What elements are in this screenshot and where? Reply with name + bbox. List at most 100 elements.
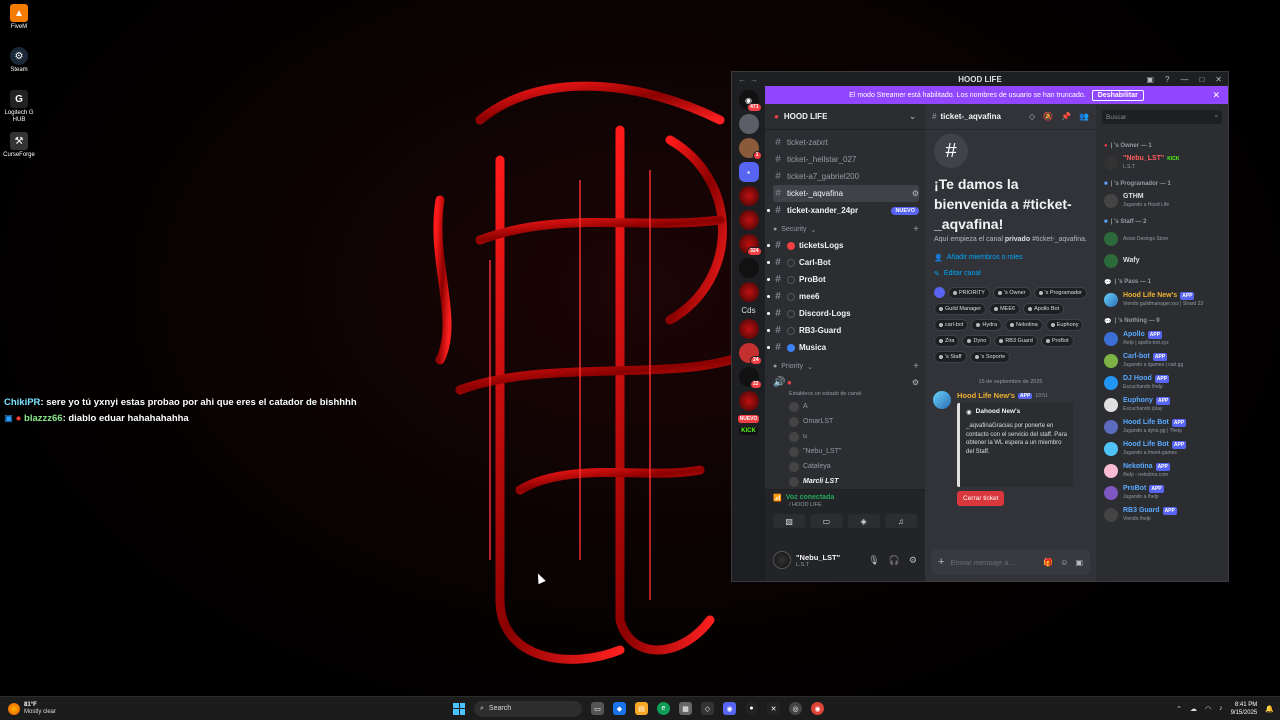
voice-user[interactable]: A [773,399,919,414]
voice-channel-status[interactable]: Establece un estado de canal [773,391,919,397]
cloud-icon[interactable]: ☁ [1190,705,1197,713]
copilot-icon[interactable]: ◆ [613,702,626,715]
voice-user[interactable]: OmarLST [773,414,919,429]
server-icon[interactable] [738,210,759,230]
role-pill[interactable]: Euphony [1045,319,1084,331]
chevron-up-icon[interactable]: ⌃ [1176,705,1182,713]
channel-item[interactable]: # Discord-Logs [767,305,919,322]
member-row[interactable]: DJ Hood APP Escuchando /help [1104,372,1224,394]
member-row[interactable]: Wafy [1104,250,1224,272]
edge-icon[interactable]: e [657,702,670,715]
store-icon[interactable]: ▦ [679,702,692,715]
desktop-icon-curseforge[interactable]: ⚒ CurseForge [2,132,36,159]
channel-item[interactable]: # ticket-a7_gabriel200 [773,168,919,185]
desktop-icon-steam[interactable]: ⚙ Steam [2,47,36,74]
close-icon[interactable]: ✕ [1212,90,1220,101]
add-members-link[interactable]: 👤 Añadir miembros o roles [934,254,1087,262]
voice-user[interactable]: Cataleya [773,459,919,474]
avatar[interactable] [773,551,791,569]
member-row[interactable]: Carl-bot APP Jugando a /games | carl.gg [1104,350,1224,372]
app-icon[interactable]: ✕ [767,702,780,715]
member-row[interactable]: ProBot APP Jugando a /help [1104,482,1224,504]
member-row[interactable]: Hood Life Bot APP Jugando a dyno.gg | ?hel… [1104,416,1224,438]
voice-user[interactable]: u [773,429,919,444]
help-icon[interactable]: ? [1165,75,1169,84]
weather-widget[interactable]: 81°F Mostly clear [8,702,56,716]
disable-streamer-button[interactable]: Deshabilitar [1091,89,1144,101]
member-row[interactable]: RB3 Guard APP Viendo /help [1104,504,1224,526]
member-row[interactable]: GTHM Jugando a Hood Life [1104,190,1224,212]
close-ticket-button[interactable]: Cerrar ticket [957,491,1005,506]
role-pill[interactable]: ProBot [1040,335,1074,347]
server-icon[interactable]: 24 [738,343,762,365]
server-icon[interactable] [738,282,759,302]
server-icon[interactable] [738,319,759,339]
taskbar-search[interactable]: ⌕ Search [474,700,582,717]
members-icon[interactable]: 👥 [1079,112,1089,121]
desktop-icon-fivem[interactable]: ▲ FiveM [2,4,36,31]
clock[interactable]: 8:41 PM 9/15/2025 [1231,701,1258,717]
channel-item[interactable]: # ticket-xander_24pr NUEVO [767,202,919,219]
role-pill[interactable]: Apollo Bot [1023,303,1065,315]
channel-item[interactable]: # RB3-Guard [767,322,919,339]
server-icon[interactable] [738,258,759,278]
member-row[interactable]: Euphony APP Escuchando /play [1104,394,1224,416]
server-kick[interactable]: KICK [739,427,758,435]
app-icon[interactable]: ● [745,702,758,715]
member-row[interactable]: Apollo APP/help | apollo-bot.xyz [1104,328,1224,350]
discord-taskbar-icon[interactable]: ◉ [723,702,736,715]
task-view-icon[interactable]: ▭ [591,702,604,715]
server-icon[interactable]: 22 [738,367,762,389]
channel-item[interactable]: # ticket-_hellstar_027 [773,151,919,168]
message-composer[interactable]: + Enviar mensaje a… 🎁 ☺ ▣ [931,549,1090,575]
headphones-icon[interactable]: 🎧 [889,555,900,566]
role-pill[interactable]: 's Staff [934,351,967,363]
server-cds[interactable]: Cds [741,306,755,315]
soundboard-button[interactable]: ♫ [884,514,917,528]
member-row[interactable]: Nekotina APP/help - nekotina.com [1104,460,1224,482]
emoji-icon[interactable]: ☺ [1060,558,1068,567]
mute-icon[interactable]: 🔕 [1043,112,1053,121]
role-pill[interactable]: Hydra [971,319,1003,331]
camera-off-button[interactable]: ▨ [773,514,806,528]
file-explorer-icon[interactable]: ▤ [635,702,648,715]
wifi-icon[interactable]: ◠ [1205,705,1211,713]
role-pill[interactable]: Dyno [962,335,992,347]
gift-icon[interactable]: 🎁 [1043,558,1053,567]
app-icon[interactable]: ◇ [701,702,714,715]
voice-user[interactable]: "Nebu_LST" [773,444,919,459]
channel-item[interactable]: # mee6 [767,288,919,305]
notification-bell-icon[interactable]: 🔔 [1265,705,1274,713]
member-row[interactable]: Hood Life Bot APP Jugando a /meet-games [1104,438,1224,460]
server-icon[interactable] [738,391,759,411]
start-button[interactable] [453,702,465,715]
avatar[interactable] [933,391,951,409]
message-author[interactable]: Hood Life New's [957,391,1015,400]
edit-channel-link[interactable]: ✎ Editar canal [934,270,1087,278]
minimize-button[interactable]: — [1180,75,1188,84]
role-pill[interactable]: 's Owner [992,287,1031,299]
desktop-icon-logitech[interactable]: G Logitech G HUB [2,90,36,124]
role-pill[interactable]: 's Programador [1033,287,1087,299]
channel-item[interactable]: # ticket-zatxrt [773,134,919,151]
chrome-icon[interactable]: ◉ [811,702,824,715]
member-row[interactable]: Asian Desings Store [1104,228,1224,250]
role-pill[interactable]: Guild Manager [934,303,987,315]
channel-item[interactable]: # Musica [767,339,919,356]
role-pill[interactable]: PRIORITY [948,287,990,299]
server-dm-home[interactable]: ◉ 471 [738,90,762,112]
apps-icon[interactable]: ▣ [1075,558,1083,567]
category-priority[interactable]: ● Priority ⌄ + [773,359,919,374]
role-pill[interactable]: Nekotina [1005,319,1043,331]
inbox-icon[interactable]: ▣ [1146,75,1154,84]
folder-icon[interactable]: ▪ [738,162,759,182]
maximize-button[interactable]: □ [1199,75,1204,84]
volume-icon[interactable]: ♪ [1219,705,1223,712]
close-window-button[interactable]: ✕ [1215,75,1222,84]
voice-channel[interactable]: 🔊 ● ⚙ [773,374,919,391]
activity-button[interactable]: ◈ [847,514,880,528]
microphone-icon[interactable]: 🎙 [868,555,879,566]
obs-icon[interactable]: ◎ [789,702,802,715]
channel-item[interactable]: # ticketsLogs [767,237,919,254]
pin-icon[interactable]: 📌 [1061,112,1071,121]
